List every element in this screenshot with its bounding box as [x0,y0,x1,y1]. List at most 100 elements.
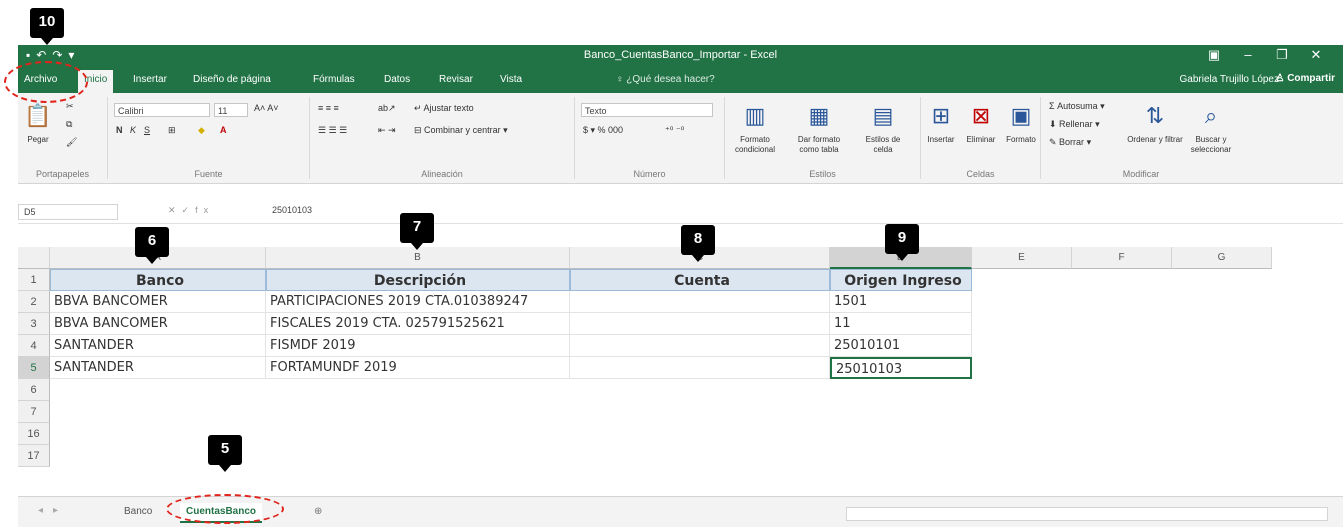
tab-insertar[interactable]: Insertar [133,74,167,85]
font-size-combo[interactable]: 11 [214,103,248,117]
new-sheet-icon[interactable]: ⊕ [308,503,328,521]
row-header-17[interactable]: 17 [18,445,50,467]
group-alignment: ≡ ≡ ≡ ab↗ ↵ Ajustar texto ☰ ☰ ☰ ⇤ ⇥ ⊟ Co… [310,97,575,179]
align-top-icon[interactable]: ≡ ≡ ≡ [318,103,339,113]
table-cell[interactable]: FISMDF 2019 [266,335,570,357]
sort-filter-button[interactable]: ⇅ Ordenar y filtrar [1127,101,1183,145]
underline-icon[interactable]: S [144,125,150,135]
header-origen-ingreso[interactable]: Origen Ingreso [830,269,972,291]
formula-buttons[interactable]: ✕✓fx [168,205,214,216]
callout-marker: 6 [135,227,169,264]
decimal-icon[interactable]: ⁺⁰ ⁻⁰ [665,125,684,136]
table-cell[interactable]: 1501 [830,291,972,313]
currency-icon[interactable]: $ ▾ % 000 [583,125,623,136]
bold-icon[interactable]: N [116,125,123,135]
row-header-7[interactable]: 7 [18,401,50,423]
wrap-text-icon: ↵ [414,103,424,113]
group-number: Texto $ ▾ % 000 ⁺⁰ ⁻⁰ Número [575,97,725,179]
sort-icon: ⇅ [1145,103,1165,128]
highlight-ellipse [166,494,284,524]
column-header-g[interactable]: G [1172,247,1272,269]
wrap-text-button[interactable]: ↵ Ajustar texto [414,103,474,114]
fx-icon[interactable]: fx [195,205,214,215]
row-header-16[interactable]: 16 [18,423,50,445]
share-button[interactable]: ♙ Compartir [1275,73,1335,84]
table-cell[interactable]: 25010101 [830,335,972,357]
table-cell[interactable]: SANTANDER [50,335,266,357]
window-title: Banco_CuentasBanco_Importar - Excel [583,49,778,61]
italic-icon[interactable]: K [130,125,136,135]
table-cell[interactable]: FISCALES 2019 CTA. 025791525621 [266,313,570,335]
header-descripcion[interactable]: Descripción [266,269,570,291]
tab-formulas[interactable]: Fórmulas [313,74,355,85]
table-cell[interactable]: FORTAMUNDF 2019 [266,357,570,379]
borders-icon[interactable]: ⊞ [168,125,176,136]
number-format-combo[interactable]: Texto [581,103,713,117]
row-header-1[interactable]: 1 [18,269,50,291]
table-cell[interactable] [570,335,830,357]
table-cell[interactable] [570,313,830,335]
orientation-icon[interactable]: ab↗ [378,103,396,114]
sheet-tab-banco[interactable]: Banco [118,503,158,521]
indent-icon[interactable]: ⇤ ⇥ [378,125,396,136]
maximize-icon[interactable]: ❐ [1265,47,1299,63]
align-left-icon[interactable]: ☰ ☰ ☰ [318,125,347,136]
callout-marker: 8 [681,225,715,262]
sheet-nav-arrows[interactable]: ◂▸ [38,505,68,516]
table-cell[interactable]: BBVA BANCOMER [50,291,266,313]
cut-icon[interactable]: ✂ [66,101,74,112]
minimize-icon[interactable]: – [1231,47,1265,62]
format-as-table-button[interactable]: ▦ Dar formato como tabla [791,101,847,155]
copy-icon[interactable]: ⧉ [66,119,72,130]
fill-button[interactable]: ⬇ Rellenar ▾ [1049,119,1100,130]
cell-styles-button[interactable]: ▤ Estilos de celda [855,101,911,155]
user-name[interactable]: Gabriela Trujillo López [1180,74,1280,85]
find-select-button[interactable]: ⌕ Buscar y seleccionar [1183,101,1239,155]
tab-vista[interactable]: Vista [500,74,522,85]
font-name-combo[interactable]: Calibri [114,103,210,117]
close-icon[interactable]: ✕ [1299,47,1333,63]
autosum-button[interactable]: Σ Autosuma ▾ [1049,101,1105,112]
format-painter-icon[interactable]: 🖌 [66,137,77,148]
table-cell[interactable] [570,357,830,379]
header-banco[interactable]: Banco [50,269,266,291]
merge-center-button[interactable]: ⊟ Combinar y centrar ▾ [414,125,508,136]
column-header-b[interactable]: B [266,247,570,269]
font-color-icon[interactable]: A [220,125,227,135]
fill-color-icon[interactable]: ◆ [198,125,205,136]
formula-input[interactable]: 25010103 [272,205,312,215]
ribbon-display-icon[interactable]: ▣ [1197,47,1231,63]
horizontal-scrollbar[interactable] [846,507,1328,521]
clear-button[interactable]: ✎ Borrar ▾ [1049,137,1091,148]
tab-datos[interactable]: Datos [384,74,410,85]
row-header-2[interactable]: 2 [18,291,50,313]
table-cell[interactable]: 11 [830,313,972,335]
table-cell[interactable] [570,291,830,313]
tab-diseno-pagina[interactable]: Diseño de página [193,74,271,85]
active-cell-d5[interactable]: 25010103 [830,357,972,379]
conditional-format-button[interactable]: ▥ Formato condicional [727,101,783,155]
column-header-e[interactable]: E [972,247,1072,269]
grow-font-icon[interactable]: A˄ A˅ [254,103,279,113]
row-header-4[interactable]: 4 [18,335,50,357]
table-cell[interactable]: PARTICIPACIONES 2019 CTA.010389247 [266,291,570,313]
table-icon: ▦ [808,103,830,128]
select-all-corner[interactable] [18,247,50,269]
insert-cells-button[interactable]: ⊞ Insertar [921,101,961,145]
name-box[interactable]: D5 [18,204,118,220]
row-header-3[interactable]: 3 [18,313,50,335]
ribbon-tabs: Archivo Inicio Insertar Diseño de página… [18,67,1343,93]
tab-revisar[interactable]: Revisar [439,74,473,85]
delete-cells-icon: ⊠ [971,103,991,128]
table-cell[interactable]: BBVA BANCOMER [50,313,266,335]
delete-cells-button[interactable]: ⊠ Eliminar [961,101,1001,145]
header-cuenta[interactable]: Cuenta [570,269,830,291]
table-cell[interactable]: SANTANDER [50,357,266,379]
format-cells-button[interactable]: ▣ Formato [1001,101,1041,145]
paste-button[interactable]: 📋 Pegar [18,101,58,145]
column-header-f[interactable]: F [1072,247,1172,269]
row-header-5[interactable]: 5 [18,357,50,379]
tell-me-search[interactable]: ♀ ¿Qué desea hacer? [616,74,715,85]
callout-marker: 5 [208,435,242,472]
row-header-6[interactable]: 6 [18,379,50,401]
